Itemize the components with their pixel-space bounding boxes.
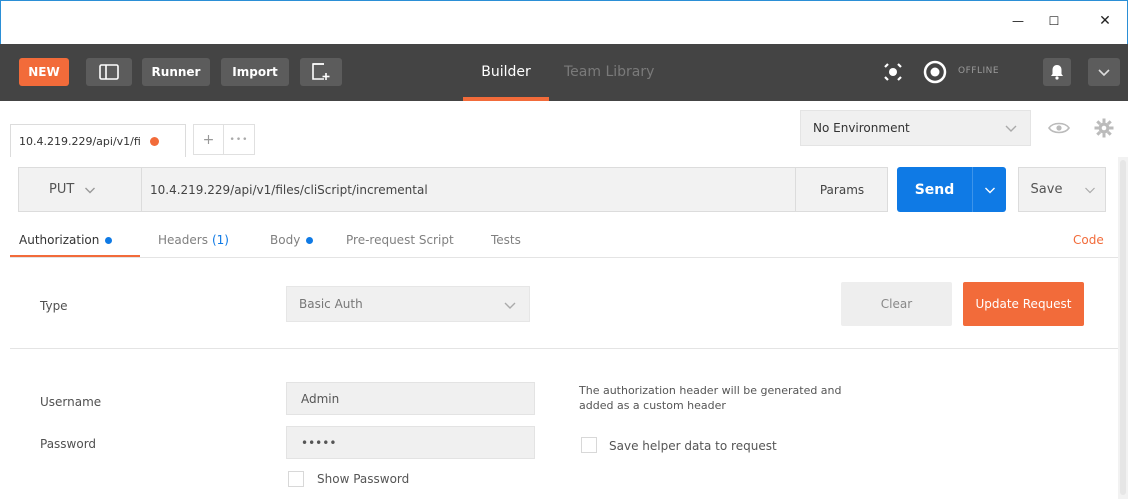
http-method-select[interactable]: PUT <box>18 167 142 212</box>
password-input[interactable]: ••••• <box>286 426 535 459</box>
toggle-sidebar-button[interactable] <box>86 58 132 86</box>
new-button-label: NEW <box>28 65 60 79</box>
tab-body[interactable]: Body <box>270 226 314 258</box>
tab-team-library[interactable]: Team Library <box>564 58 654 101</box>
params-button-label: Params <box>819 182 865 197</box>
active-indicator-dot <box>105 237 113 244</box>
username-input[interactable]: Admin <box>286 382 535 415</box>
close-icon: ✕ <box>1099 13 1111 29</box>
environment-select[interactable]: No Environment <box>800 110 1031 146</box>
runner-button[interactable]: Runner <box>142 58 210 86</box>
chevron-down-icon <box>85 187 96 193</box>
chevron-down-icon <box>1084 187 1095 193</box>
headers-count-badge: (1) <box>211 233 229 247</box>
satellite-icon <box>884 63 902 81</box>
maximize-icon: ☐ <box>1048 14 1060 28</box>
tab-builder[interactable]: Builder <box>463 58 549 101</box>
bell-icon <box>1051 65 1063 80</box>
window-title-bar <box>0 0 1128 44</box>
generate-code-link[interactable]: Code <box>1073 233 1104 247</box>
clear-button-label: Clear <box>880 297 913 311</box>
save-button-label: Save <box>1030 182 1063 197</box>
active-indicator-dot <box>306 237 314 244</box>
send-options-dropdown[interactable] <box>972 167 1006 212</box>
tab-body-label: Body <box>270 233 301 247</box>
username-label: Username <box>40 395 102 409</box>
more-tabs-button[interactable]: ••• <box>224 124 255 155</box>
settings-menu-button[interactable] <box>1088 58 1120 86</box>
import-button[interactable]: Import <box>221 58 289 86</box>
clear-button[interactable]: Clear <box>841 282 952 326</box>
minimize-button[interactable]: — <box>1003 8 1033 34</box>
tab-pre-request-script[interactable]: Pre-request Script <box>346 226 454 258</box>
auth-type-value: Basic Auth <box>299 297 363 311</box>
environment-select-value: No Environment <box>813 121 910 135</box>
sync-status-text: OFFLINE <box>958 66 1000 76</box>
close-window-button[interactable]: ✕ <box>1090 8 1120 34</box>
add-tab-button[interactable]: + <box>193 124 224 155</box>
import-button-label: Import <box>232 65 278 79</box>
params-button[interactable]: Params <box>795 167 888 212</box>
new-button[interactable]: NEW <box>19 58 69 86</box>
chevron-down-icon <box>1005 125 1017 132</box>
save-options-dropdown[interactable] <box>1074 167 1106 212</box>
new-window-button[interactable] <box>300 58 342 86</box>
runner-button-label: Runner <box>151 65 201 79</box>
show-password-label[interactable]: Show Password <box>317 472 409 486</box>
maximize-button[interactable]: ☐ <box>1039 8 1069 34</box>
gear-icon <box>1094 118 1114 138</box>
auth-section-divider <box>10 348 1118 349</box>
save-button[interactable]: Save <box>1018 167 1075 212</box>
tab-builder-label: Builder <box>481 64 531 80</box>
chevron-down-icon <box>504 302 516 309</box>
plus-icon: + <box>202 131 215 148</box>
tab-tests[interactable]: Tests <box>491 226 521 258</box>
tab-pre-request-script-label: Pre-request Script <box>346 233 454 247</box>
password-label: Password <box>40 437 97 451</box>
notifications-button[interactable] <box>1043 58 1071 86</box>
environment-quick-look-button[interactable] <box>1041 110 1077 146</box>
tab-headers-label: Headers <box>158 233 208 247</box>
send-button[interactable]: Send <box>897 167 972 212</box>
interceptor-button[interactable] <box>879 58 907 86</box>
scrollbar-thumb[interactable] <box>1120 160 1126 495</box>
manage-environments-button[interactable] <box>1086 110 1122 146</box>
url-input[interactable]: 10.4.219.229/api/v1/files/cliScript/incr… <box>150 167 790 212</box>
tabs-divider <box>10 257 1118 258</box>
sync-status-button[interactable] <box>921 58 949 86</box>
save-helper-data-label[interactable]: Save helper data to request <box>609 439 777 453</box>
sync-icon <box>923 60 947 84</box>
auth-type-select[interactable]: Basic Auth <box>286 286 530 322</box>
request-tab[interactable]: 10.4.219.229/api/v1/fi <box>10 124 186 157</box>
save-helper-data-checkbox[interactable] <box>581 437 597 453</box>
update-request-button[interactable]: Update Request <box>963 282 1084 326</box>
tab-authorization-label: Authorization <box>19 233 100 247</box>
auth-header-note: The authorization header will be generat… <box>579 384 842 412</box>
eye-icon <box>1048 122 1070 134</box>
minimize-icon: — <box>1012 14 1024 28</box>
send-button-label: Send <box>914 181 955 198</box>
sidebar-icon <box>99 64 119 80</box>
tab-headers[interactable]: Headers (1) <box>158 226 229 258</box>
show-password-checkbox[interactable] <box>288 471 304 487</box>
auth-type-label: Type <box>40 299 68 313</box>
tab-tests-label: Tests <box>491 233 521 247</box>
chevron-down-icon <box>984 187 995 193</box>
http-method-value: PUT <box>49 182 75 197</box>
ellipsis-icon: ••• <box>229 134 249 145</box>
chevron-down-icon <box>1098 69 1110 77</box>
new-window-icon <box>312 63 330 80</box>
tab-authorization[interactable]: Authorization <box>10 226 140 258</box>
unsaved-indicator-dot <box>149 136 159 146</box>
update-request-button-label: Update Request <box>975 297 1072 311</box>
tab-team-library-label: Team Library <box>564 64 655 80</box>
request-tab-label: 10.4.219.229/api/v1/fi <box>19 134 141 148</box>
